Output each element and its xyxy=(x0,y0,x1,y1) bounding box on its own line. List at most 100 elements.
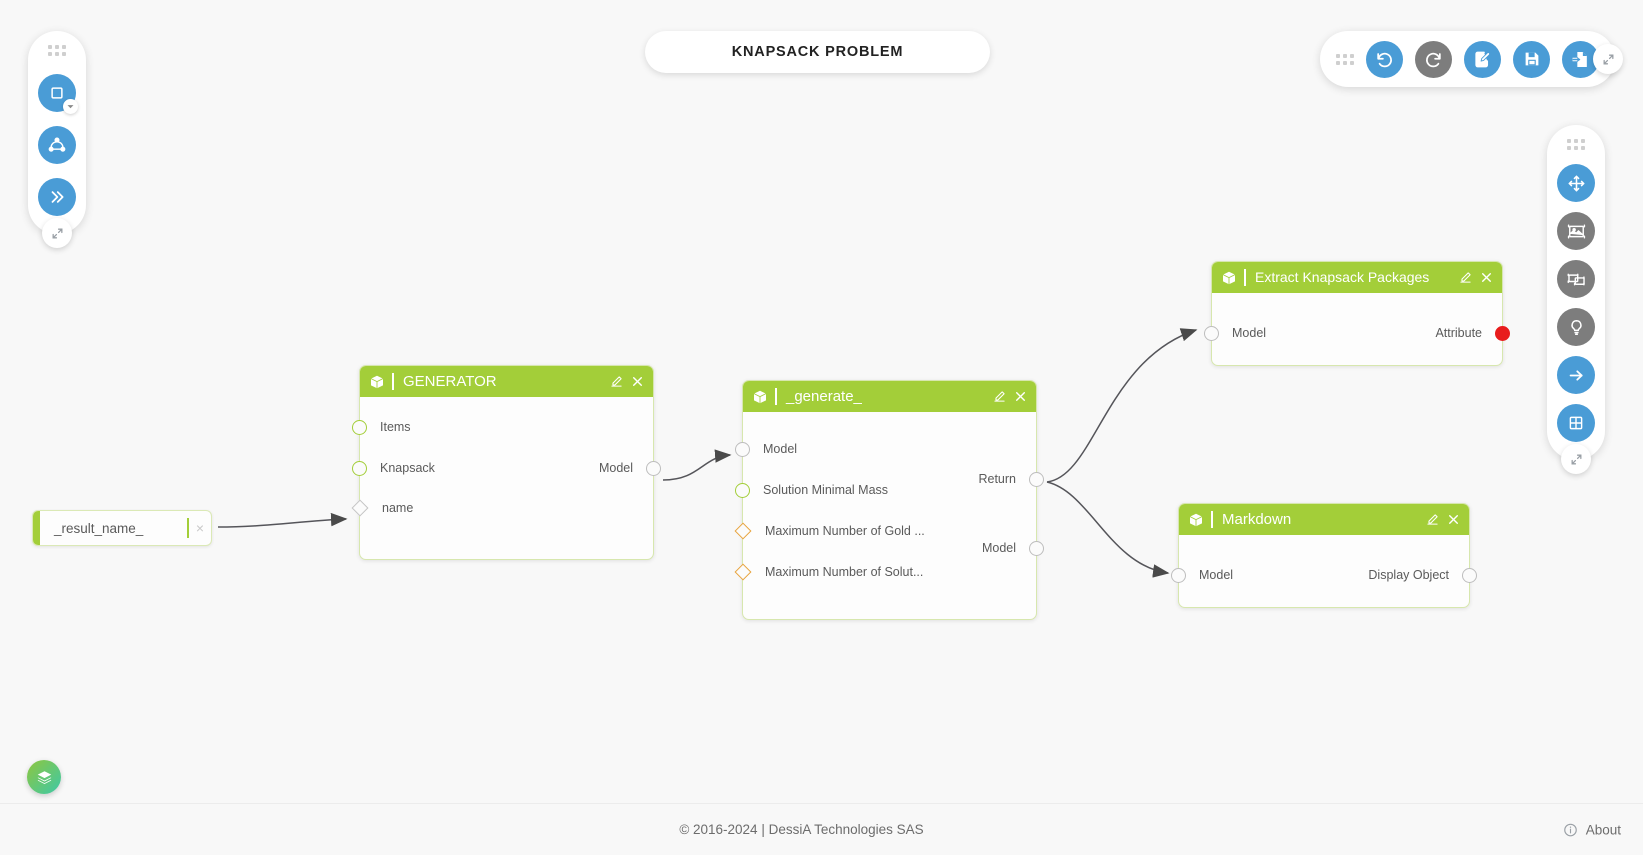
port-dot[interactable] xyxy=(1029,471,1044,487)
cube-icon xyxy=(370,375,384,388)
add-block-dropdown-caret[interactable] xyxy=(63,99,78,114)
cube-icon xyxy=(1222,271,1236,284)
square-block-icon xyxy=(51,87,63,99)
output-port-return[interactable]: Return xyxy=(978,471,1044,487)
redo-icon xyxy=(1426,52,1441,67)
close-node-button[interactable] xyxy=(1480,271,1493,284)
collapse-toolbar-icon xyxy=(1603,54,1613,64)
left-toolbar xyxy=(28,31,86,248)
run-button[interactable] xyxy=(38,178,76,216)
edit-node-button[interactable] xyxy=(1459,271,1472,284)
node-header[interactable]: Markdown xyxy=(1179,504,1469,535)
redo-button[interactable] xyxy=(1415,40,1452,78)
lightbulb-icon xyxy=(1570,319,1582,335)
about-link[interactable]: About xyxy=(1563,822,1621,837)
port-label: Display Object xyxy=(1368,568,1449,582)
port-label: Maximum Number of Gold ... xyxy=(765,524,925,538)
close-node-button[interactable] xyxy=(1447,513,1460,526)
edit-pencil-icon xyxy=(1427,514,1438,525)
drag-handle[interactable] xyxy=(48,45,66,56)
markdown-node[interactable]: Markdown Model Display Object xyxy=(1171,503,1477,608)
close-node-button[interactable] xyxy=(1014,390,1027,403)
layers-button[interactable] xyxy=(27,760,61,794)
node-title: GENERATOR xyxy=(392,373,603,390)
port-label: Solution Minimal Mass xyxy=(763,483,889,497)
result-name-text-node[interactable]: _result_name_ × xyxy=(32,510,212,546)
node-header[interactable]: Extract Knapsack Packages xyxy=(1212,262,1502,293)
edit-node-button[interactable] xyxy=(993,390,1006,403)
wire-return-to-extract-model xyxy=(1046,328,1198,483)
collapse-left-toolbar-button[interactable] xyxy=(42,218,72,248)
port-dot[interactable] xyxy=(1029,540,1044,556)
extract-knapsack-packages-node[interactable]: Extract Knapsack Packages Model Attribut… xyxy=(1204,261,1510,366)
port-dot[interactable] xyxy=(352,419,367,435)
fit-to-view-button[interactable] xyxy=(1557,212,1595,250)
collapse-top-toolbar-button[interactable] xyxy=(1593,44,1623,74)
input-port-max-solutions[interactable]: Maximum Number of Solut... xyxy=(734,563,923,581)
footer: © 2016-2024 | DessiA Technologies SAS Ab… xyxy=(0,803,1643,855)
generator-node[interactable]: GENERATOR Items Knapsack name Model xyxy=(351,365,661,560)
text-node-accent-bar xyxy=(33,511,40,545)
floppy-disk-icon xyxy=(1525,52,1538,66)
port-label: Model xyxy=(1232,326,1267,340)
input-port-model[interactable]: Model xyxy=(735,441,798,457)
output-port-display-object[interactable]: Display Object xyxy=(1368,567,1477,583)
undo-icon xyxy=(1377,52,1392,67)
port-label: Attribute xyxy=(1435,326,1482,340)
port-label: Items xyxy=(380,420,411,434)
arrow-right-button[interactable] xyxy=(1557,356,1595,394)
edit-script-button[interactable] xyxy=(1464,40,1501,78)
output-port-model[interactable]: Model xyxy=(981,540,1044,556)
clear-text-button[interactable]: × xyxy=(189,520,211,536)
port-label: name xyxy=(382,501,414,515)
input-port-items[interactable]: Items xyxy=(352,419,411,435)
pan-tool-button[interactable] xyxy=(1557,164,1595,202)
port-dot[interactable] xyxy=(646,460,661,476)
port-dot[interactable] xyxy=(1204,325,1219,341)
generate-node[interactable]: _generate_ Model Solution Minimal Mass M… xyxy=(734,380,1044,620)
input-port-knapsack[interactable]: Knapsack xyxy=(352,460,435,476)
edit-document-icon xyxy=(1475,51,1491,67)
input-port-name[interactable]: name xyxy=(351,499,414,517)
input-port-max-gold[interactable]: Maximum Number of Gold ... xyxy=(734,522,925,540)
fit-image-icon xyxy=(1567,223,1585,239)
node-title: _generate_ xyxy=(775,388,986,405)
input-port-solution-minimal-mass[interactable]: Solution Minimal Mass xyxy=(735,482,889,498)
page-title-text: KNAPSACK PROBLEM xyxy=(731,44,904,60)
node-header-actions xyxy=(610,375,644,388)
close-node-button[interactable] xyxy=(631,375,644,388)
output-port-model[interactable]: Model xyxy=(599,460,661,476)
fit-selection-icon xyxy=(1567,273,1585,285)
fit-selection-button[interactable] xyxy=(1557,260,1595,298)
port-label: Model xyxy=(763,442,798,456)
port-dot[interactable] xyxy=(735,441,750,457)
workflow-graph-button[interactable] xyxy=(38,126,76,164)
save-button[interactable] xyxy=(1513,40,1550,78)
grid-toggle-button[interactable] xyxy=(1557,404,1595,442)
result-name-value[interactable]: _result_name_ xyxy=(40,521,187,536)
port-dot[interactable] xyxy=(352,460,367,476)
hints-button[interactable] xyxy=(1557,308,1595,346)
node-header[interactable]: GENERATOR xyxy=(360,366,653,397)
input-port-model[interactable]: Model xyxy=(1171,567,1233,583)
node-header-actions xyxy=(1459,271,1493,284)
port-dot[interactable] xyxy=(1495,325,1510,341)
drag-handle[interactable] xyxy=(1567,139,1585,150)
add-block-button-wrap xyxy=(38,74,78,114)
chevron-down-icon xyxy=(67,105,74,109)
collapse-right-toolbar-button[interactable] xyxy=(1561,444,1591,474)
port-dot[interactable] xyxy=(1171,567,1186,583)
edit-node-button[interactable] xyxy=(1426,513,1439,526)
edit-node-button[interactable] xyxy=(610,375,623,388)
output-port-attribute[interactable]: Attribute xyxy=(1435,325,1510,341)
right-toolbar xyxy=(1547,125,1605,474)
undo-button[interactable] xyxy=(1366,40,1403,78)
wire-return-to-markdown-model xyxy=(1046,481,1170,578)
input-port-model[interactable]: Model xyxy=(1204,325,1267,341)
node-header[interactable]: _generate_ xyxy=(743,381,1036,412)
port-dot[interactable] xyxy=(735,482,750,498)
edit-pencil-icon xyxy=(994,391,1005,402)
port-dot[interactable] xyxy=(1462,567,1477,583)
drag-handle[interactable] xyxy=(1336,53,1354,65)
port-label: Model xyxy=(981,541,1016,555)
